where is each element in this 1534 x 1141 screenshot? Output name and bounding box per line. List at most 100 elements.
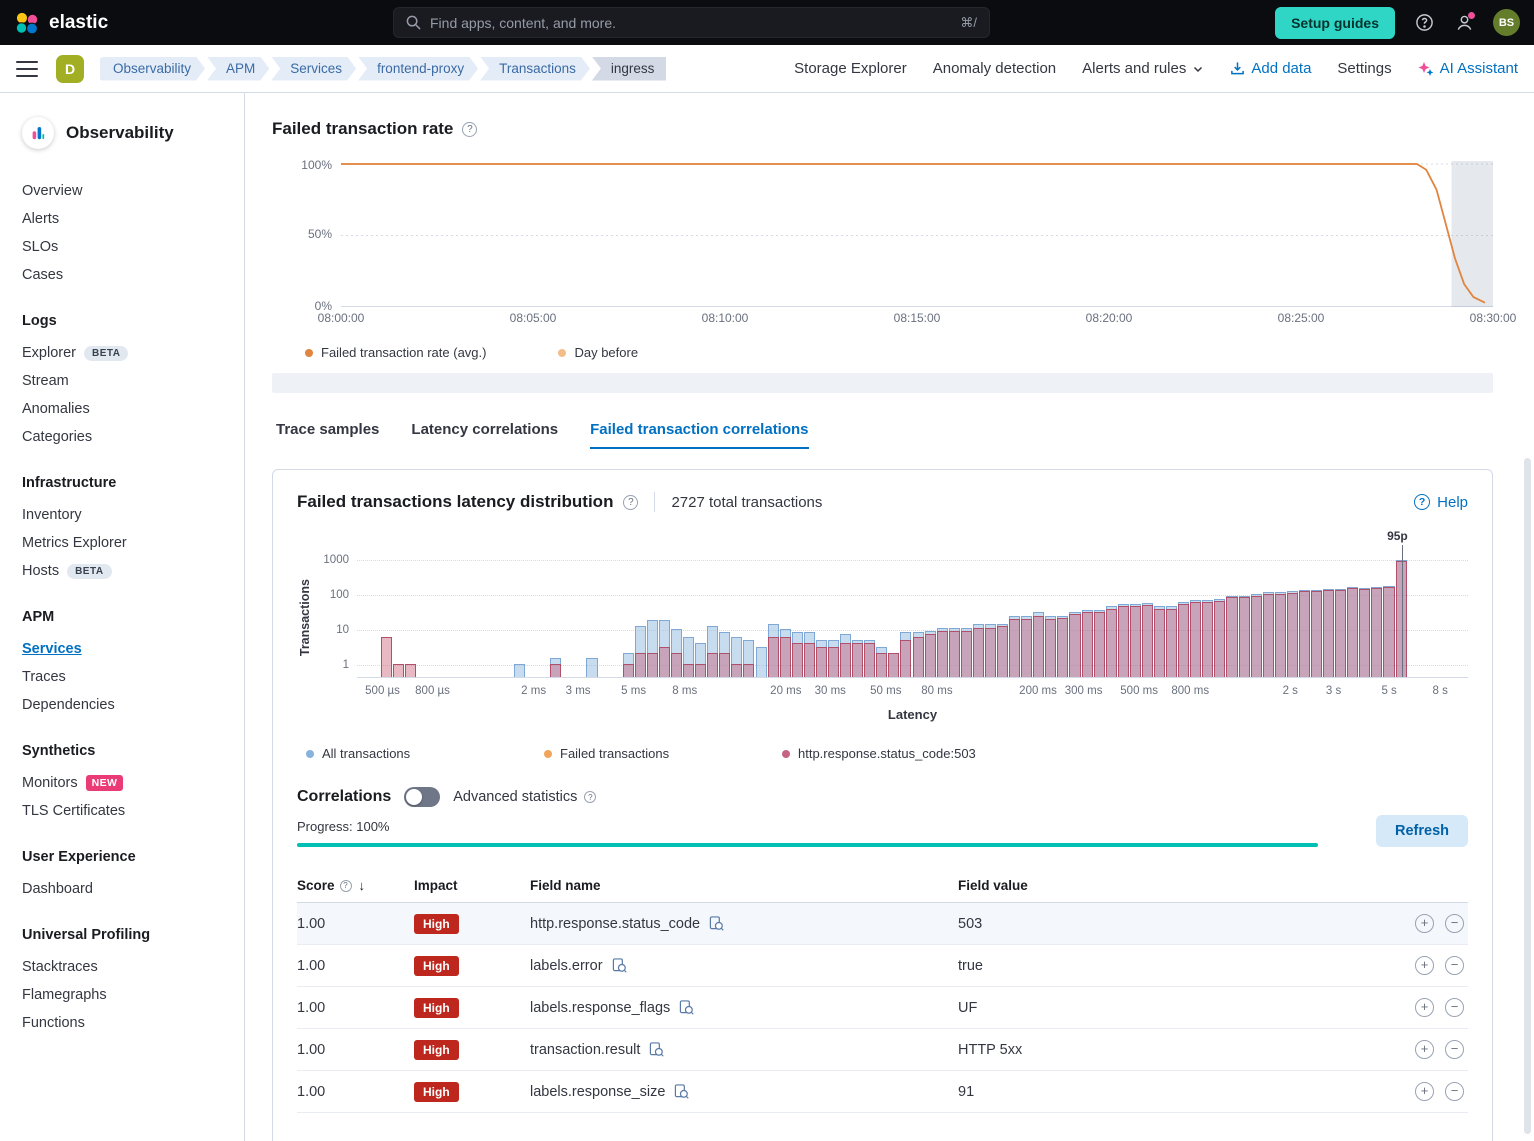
legend-all-transactions[interactable]: All transactions bbox=[306, 746, 544, 761]
tab-trace-samples[interactable]: Trace samples bbox=[276, 421, 379, 449]
legend-label: Failed transaction rate (avg.) bbox=[321, 345, 486, 360]
filter-out-value-icon[interactable]: − bbox=[1445, 956, 1464, 975]
main-content: Failed transaction rate ? 100%50%0% 08:0… bbox=[245, 93, 1534, 1141]
view-in-discover-icon[interactable] bbox=[709, 916, 724, 931]
x-tick: 08:05:00 bbox=[510, 311, 557, 325]
hist-bar-failed bbox=[719, 653, 730, 677]
sidebar-item-functions[interactable]: Functions bbox=[22, 1009, 226, 1037]
hist-bar-failed bbox=[913, 637, 924, 677]
info-icon[interactable]: ? bbox=[462, 122, 477, 137]
view-in-discover-icon[interactable] bbox=[612, 958, 627, 973]
sidebar-item-services[interactable]: Services bbox=[22, 635, 226, 663]
sidebar-item-dependencies[interactable]: Dependencies bbox=[22, 691, 226, 719]
help-icon[interactable] bbox=[1413, 12, 1435, 34]
sidebar-item-cases[interactable]: Cases bbox=[22, 261, 226, 289]
advanced-statistics-toggle[interactable] bbox=[404, 787, 440, 807]
y-tick: 1 bbox=[343, 659, 349, 671]
hist-bar-failed bbox=[1021, 619, 1032, 677]
search-shortcut-hint: ⌘/ bbox=[960, 15, 977, 31]
filter-for-value-icon[interactable]: + bbox=[1415, 1082, 1434, 1101]
legend-failed-transaction-rate-avg[interactable]: Failed transaction rate (avg.) bbox=[305, 345, 486, 360]
sidebar-item-slos[interactable]: SLOs bbox=[22, 233, 226, 261]
sidebar-item-dashboard[interactable]: Dashboard bbox=[22, 875, 226, 903]
badge-new: NEW bbox=[86, 775, 124, 791]
sidebar-item-metrics-explorer[interactable]: Metrics Explorer bbox=[22, 529, 226, 557]
nav-actions: Storage Explorer Anomaly detection Alert… bbox=[794, 60, 1518, 77]
sidebar-item-flamegraphs[interactable]: Flamegraphs bbox=[22, 981, 226, 1009]
vertical-scrollbar[interactable] bbox=[1524, 458, 1531, 1134]
filter-out-value-icon[interactable]: − bbox=[1445, 1082, 1464, 1101]
sort-descending-icon[interactable]: ↓ bbox=[359, 878, 366, 893]
refresh-button[interactable]: Refresh bbox=[1376, 815, 1468, 847]
filter-out-value-icon[interactable]: − bbox=[1445, 914, 1464, 933]
hist-bar-failed bbox=[1057, 618, 1068, 677]
setup-guides-button[interactable]: Setup guides bbox=[1275, 7, 1395, 39]
nav-alerts-and-rules[interactable]: Alerts and rules bbox=[1082, 60, 1204, 77]
nav-settings[interactable]: Settings bbox=[1337, 60, 1391, 77]
filter-out-value-icon[interactable]: − bbox=[1445, 998, 1464, 1017]
filter-for-value-icon[interactable]: + bbox=[1415, 998, 1434, 1017]
sidebar-item-overview[interactable]: Overview bbox=[22, 177, 226, 205]
column-score[interactable]: Score ? ↓ bbox=[297, 878, 414, 893]
correlation-row-labels-response-size: 1.00Highlabels.response_size91+− bbox=[297, 1071, 1468, 1113]
space-avatar[interactable]: D bbox=[56, 55, 84, 83]
sidebar-item-traces[interactable]: Traces bbox=[22, 663, 226, 691]
view-in-discover-icon[interactable] bbox=[649, 1042, 664, 1057]
field-name: labels.response_flags bbox=[530, 1000, 670, 1016]
sidebar-item-hosts[interactable]: HostsBETA bbox=[22, 557, 226, 585]
legend-http-response-status-code-503[interactable]: http.response.status_code:503 bbox=[782, 746, 976, 761]
breadcrumb-apm[interactable]: APM bbox=[207, 57, 269, 81]
nav-storage-explorer[interactable]: Storage Explorer bbox=[794, 60, 907, 77]
field-value: 503 bbox=[958, 916, 1384, 932]
sidebar-item-label: Monitors bbox=[22, 775, 78, 791]
view-in-discover-icon[interactable] bbox=[679, 1000, 694, 1015]
notifications-icon[interactable] bbox=[1453, 12, 1475, 34]
breadcrumb-services[interactable]: Services bbox=[271, 57, 356, 81]
nav-ai-assistant[interactable]: AI Assistant bbox=[1418, 60, 1518, 77]
help-link[interactable]: ? Help bbox=[1414, 494, 1468, 511]
sidebar-item-alerts[interactable]: Alerts bbox=[22, 205, 226, 233]
sidebar-item-stream[interactable]: Stream bbox=[22, 367, 226, 395]
sidebar-item-label: Traces bbox=[22, 669, 66, 685]
legend-day-before[interactable]: Day before bbox=[558, 345, 638, 360]
filter-for-value-icon[interactable]: + bbox=[1415, 914, 1434, 933]
tab-latency-correlations[interactable]: Latency correlations bbox=[411, 421, 558, 449]
breadcrumb-transactions[interactable]: Transactions bbox=[480, 57, 590, 81]
breadcrumb-frontend-proxy[interactable]: frontend-proxy bbox=[358, 57, 478, 81]
sidebar-item-explorer[interactable]: ExplorerBETA bbox=[22, 339, 226, 367]
hist-bar-failed bbox=[1251, 596, 1262, 677]
failed-transaction-correlations-panel: Failed transactions latency distribution… bbox=[272, 469, 1493, 1141]
filter-for-value-icon[interactable]: + bbox=[1415, 1040, 1434, 1059]
info-icon[interactable]: ? bbox=[584, 791, 596, 803]
legend-failed-transactions[interactable]: Failed transactions bbox=[544, 746, 782, 761]
info-icon[interactable]: ? bbox=[623, 495, 638, 510]
user-avatar[interactable]: BS bbox=[1493, 9, 1520, 36]
nav-anomaly-detection[interactable]: Anomaly detection bbox=[933, 60, 1056, 77]
global-search-input[interactable]: Find apps, content, and more. ⌘/ bbox=[393, 7, 990, 38]
sidebar-item-label: Inventory bbox=[22, 507, 82, 523]
sidebar-item-monitors[interactable]: Monitors NEW bbox=[22, 769, 226, 797]
sidebar-item-stacktraces[interactable]: Stacktraces bbox=[22, 953, 226, 981]
filter-out-value-icon[interactable]: − bbox=[1445, 1040, 1464, 1059]
info-icon[interactable]: ? bbox=[340, 880, 352, 892]
sidebar-item-inventory[interactable]: Inventory bbox=[22, 501, 226, 529]
filter-for-value-icon[interactable]: + bbox=[1415, 956, 1434, 975]
sidebar-section-infrastructure: InfrastructureInventoryMetrics ExplorerH… bbox=[22, 475, 226, 585]
progress-label: Progress: 100% bbox=[297, 819, 1468, 834]
hist-bar-failed bbox=[973, 628, 984, 677]
sidebar-item-anomalies[interactable]: Anomalies bbox=[22, 395, 226, 423]
view-in-discover-icon[interactable] bbox=[674, 1084, 689, 1099]
sidebar-item-tls-certificates[interactable]: TLS Certificates bbox=[22, 797, 226, 825]
hist-bar-failed bbox=[828, 647, 839, 677]
hist-bar-failed bbox=[1287, 593, 1298, 677]
elastic-logo[interactable]: elastic bbox=[14, 10, 108, 36]
hist-bar-failed bbox=[1383, 587, 1394, 677]
tab-failed-transaction-correlations[interactable]: Failed transaction correlations bbox=[590, 421, 808, 449]
sidebar-item-categories[interactable]: Categories bbox=[22, 423, 226, 451]
nav-add-data[interactable]: Add data bbox=[1230, 60, 1311, 77]
breadcrumb-observability[interactable]: Observability bbox=[100, 57, 205, 81]
menu-icon[interactable] bbox=[16, 61, 38, 77]
histogram-x-axis: 500 µs800 µs2 ms3 ms5 ms8 ms20 ms30 ms50… bbox=[357, 685, 1468, 700]
hist-bar-failed bbox=[1371, 588, 1382, 677]
hist-bar-failed bbox=[659, 647, 670, 677]
